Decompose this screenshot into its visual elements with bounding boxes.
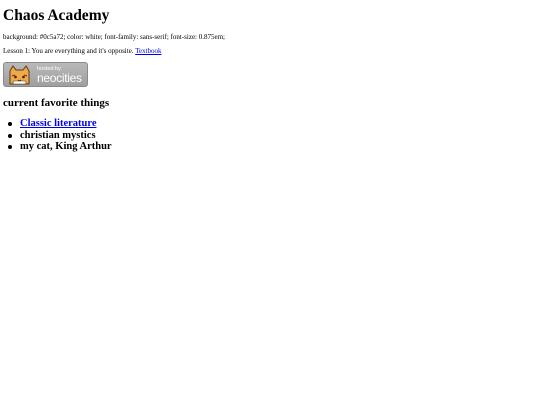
favorites-list: Classic literature christian mystics my …	[8, 118, 112, 153]
classic-literature-link[interactable]: Classic literature	[20, 118, 97, 129]
bullet-icon	[8, 122, 12, 126]
lesson-text: Lesson 1: You are everything and it's op…	[3, 47, 134, 55]
css-note-text: background: #0c5a72; color: white; font-…	[3, 33, 225, 41]
bullet-icon	[8, 133, 12, 138]
neocities-cat-icon	[9, 65, 30, 85]
page-title: Chaos Academy	[3, 7, 110, 24]
favorites-heading: current favorite things	[3, 97, 110, 109]
textbook-link[interactable]: Textbook	[135, 47, 161, 55]
badge-brand-label: neocities	[37, 71, 82, 85]
list-item-label: christian mystics	[20, 129, 96, 141]
list-item-label: my cat, King Arthur	[20, 141, 112, 152]
list-item: Classic literature	[8, 118, 112, 130]
lesson-line: Lesson 1: You are everything and it's op…	[3, 46, 162, 56]
list-item: my cat, King Arthur	[8, 141, 112, 153]
bullet-icon	[8, 145, 12, 149]
hosted-by-neocities-badge[interactable]: hosted by neocities	[3, 62, 88, 87]
list-item: christian mystics	[8, 129, 112, 142]
page: Chaos Academy background: #0c5a72; color…	[0, 0, 540, 405]
